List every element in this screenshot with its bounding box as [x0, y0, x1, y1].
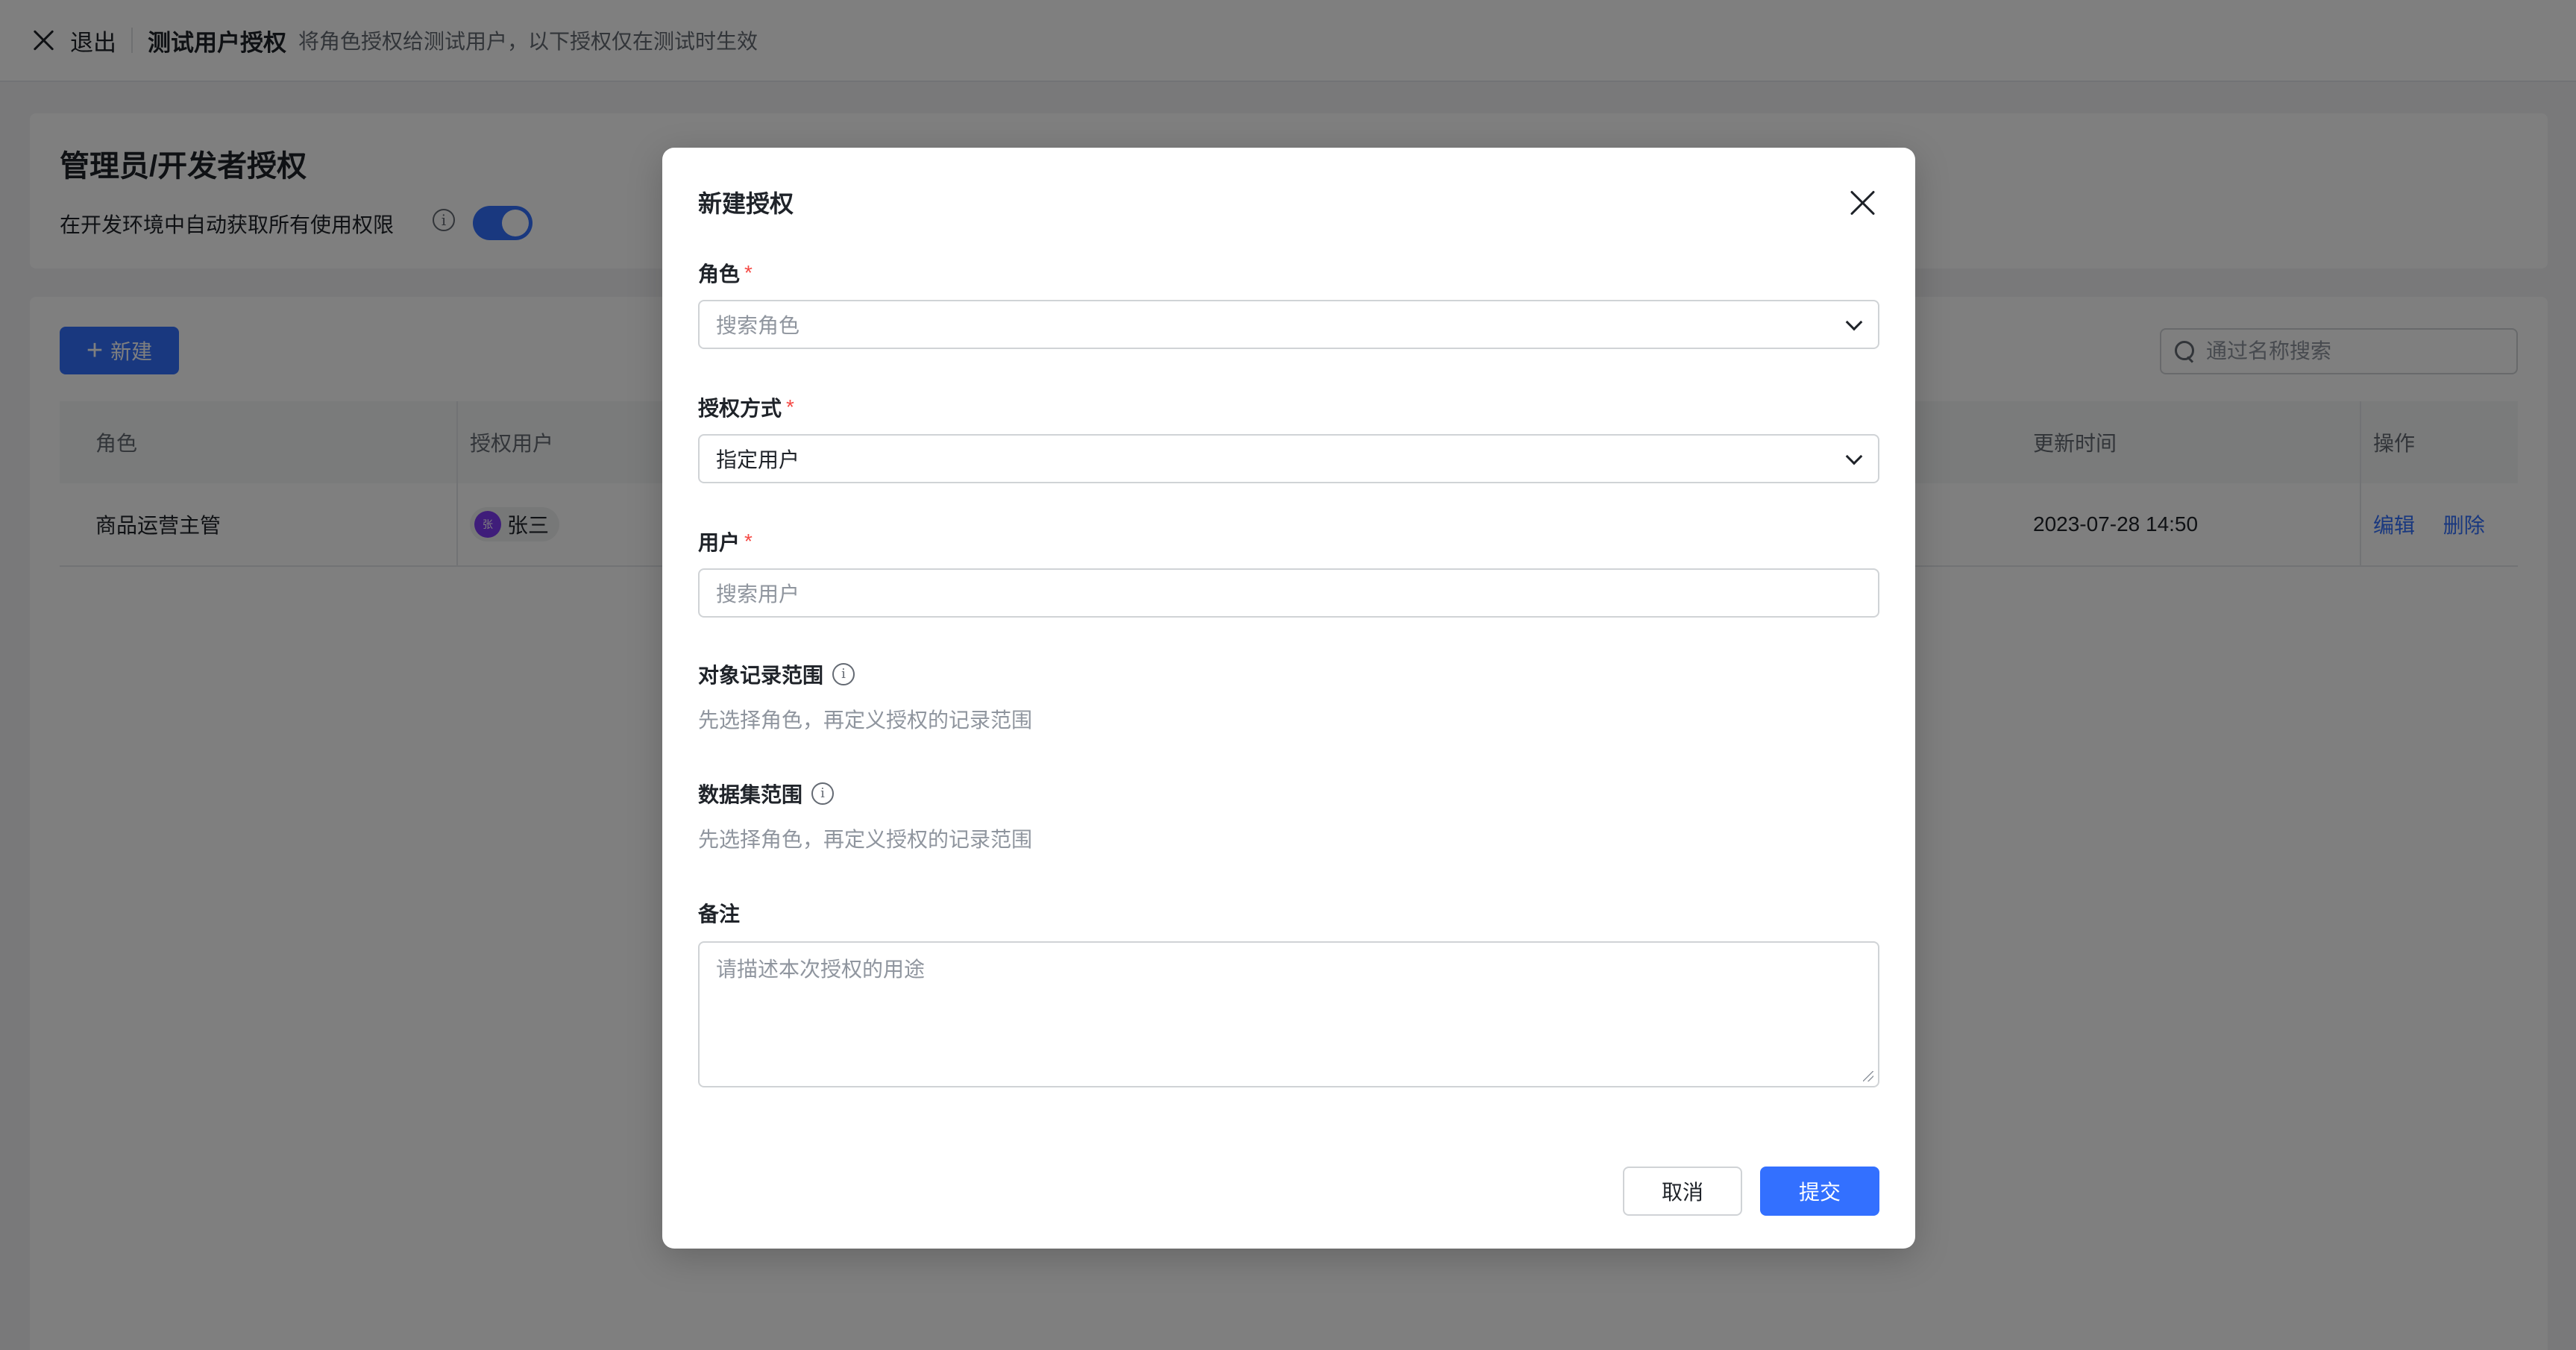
close-icon[interactable] — [1848, 188, 1878, 218]
user-label-text: 用户 — [698, 531, 741, 554]
cancel-button[interactable]: 取消 — [1623, 1167, 1742, 1216]
auth-method-value: 指定用户 — [716, 448, 800, 471]
new-authorization-dialog: 新建授权 角色 * 搜索角色 授权方式 * 指定用户 用户 * 搜索用户 对象记… — [662, 148, 1915, 1249]
user-search-field[interactable]: 搜索用户 — [698, 568, 1879, 618]
info-circle-icon[interactable]: i — [811, 782, 835, 805]
user-search-placeholder: 搜索用户 — [716, 583, 800, 606]
role-select[interactable]: 搜索角色 — [698, 300, 1879, 349]
chevron-down-icon — [1845, 448, 1863, 465]
submit-button[interactable]: 提交 — [1760, 1167, 1879, 1216]
auth-method-label-text: 授权方式 — [698, 397, 782, 420]
remark-label: 备注 — [698, 898, 740, 928]
dataset-scope-label: 数据集范围 i — [698, 779, 835, 809]
role-label: 角色 * — [698, 258, 753, 288]
dialog-title: 新建授权 — [698, 190, 794, 217]
remark-placeholder: 请描述本次授权的用途 — [716, 958, 926, 981]
user-label: 用户 * — [698, 527, 753, 556]
dataset-scope-label-text: 数据集范围 — [698, 783, 803, 806]
required-mark: * — [744, 261, 753, 284]
role-select-placeholder: 搜索角色 — [716, 314, 800, 337]
resize-handle-icon[interactable] — [1863, 1071, 1873, 1081]
auth-method-label: 授权方式 * — [698, 392, 794, 422]
record-scope-hint: 先选择角色，再定义授权的记录范围 — [698, 709, 1033, 732]
chevron-down-icon — [1845, 313, 1863, 331]
remark-textarea[interactable]: 请描述本次授权的用途 — [698, 941, 1879, 1087]
auth-method-select[interactable]: 指定用户 — [698, 434, 1879, 483]
required-mark: * — [786, 395, 794, 418]
record-scope-label: 对象记录范围 i — [698, 659, 855, 689]
required-mark: * — [744, 530, 753, 553]
info-circle-icon[interactable]: i — [832, 663, 855, 685]
record-scope-label-text: 对象记录范围 — [698, 664, 824, 687]
remark-label-text: 备注 — [698, 902, 741, 926]
role-label-text: 角色 — [698, 263, 741, 286]
dataset-scope-hint: 先选择角色，再定义授权的记录范围 — [698, 828, 1033, 851]
